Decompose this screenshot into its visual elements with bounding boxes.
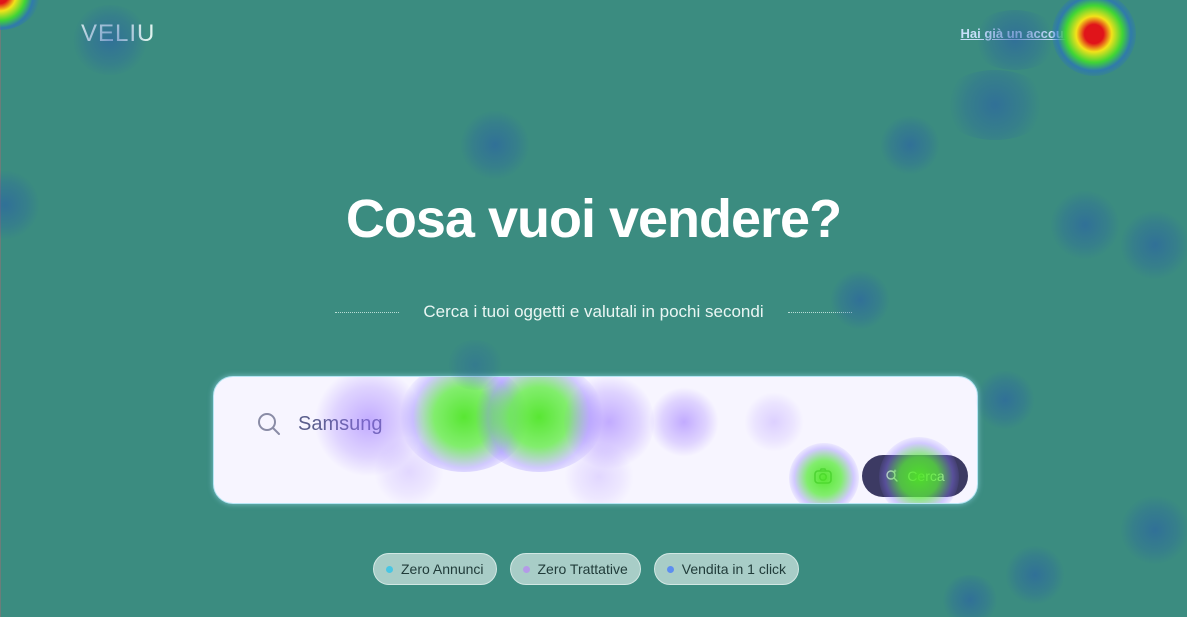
camera-button[interactable] xyxy=(802,457,844,499)
chip-label: Vendita in 1 click xyxy=(681,561,787,577)
chip-zero-trattative: Zero Trattative xyxy=(509,553,641,585)
camera-icon xyxy=(813,466,833,491)
feature-chips: Zero Annunci Zero Trattative Vendita in … xyxy=(373,553,800,585)
divider-right xyxy=(787,311,852,313)
sparkle-search-icon xyxy=(885,468,899,485)
heatmap-blob xyxy=(374,437,444,503)
chip-dot xyxy=(666,565,674,573)
search-button-label: Cerca xyxy=(907,468,945,484)
page-title: Cosa vuoi vendere? xyxy=(345,189,842,249)
chip-zero-annunci: Zero Annunci xyxy=(373,553,497,585)
login-link[interactable]: Hai già un account? xyxy=(960,26,1084,41)
page-subtitle: Cerca i tuoi oggetti e valutali in pochi… xyxy=(423,302,764,321)
chip-dot xyxy=(522,565,530,573)
chip-dot xyxy=(386,565,393,573)
chip-vendita: Vendita in 1 click xyxy=(653,553,800,585)
search-card: Cerca xyxy=(213,376,978,504)
heatmap-blob xyxy=(564,442,634,503)
chip-label: Zero Annunci xyxy=(401,561,484,577)
search-input[interactable] xyxy=(296,407,900,441)
divider-left xyxy=(335,311,400,313)
subtitle-row: Cerca i tuoi oggetti e valutali in pochi… xyxy=(0,302,1187,322)
logo[interactable]: VELIU xyxy=(81,20,155,48)
search-icon xyxy=(256,411,282,437)
search-button[interactable]: Cerca xyxy=(862,455,968,497)
chip-label: Zero Trattative xyxy=(537,561,628,577)
